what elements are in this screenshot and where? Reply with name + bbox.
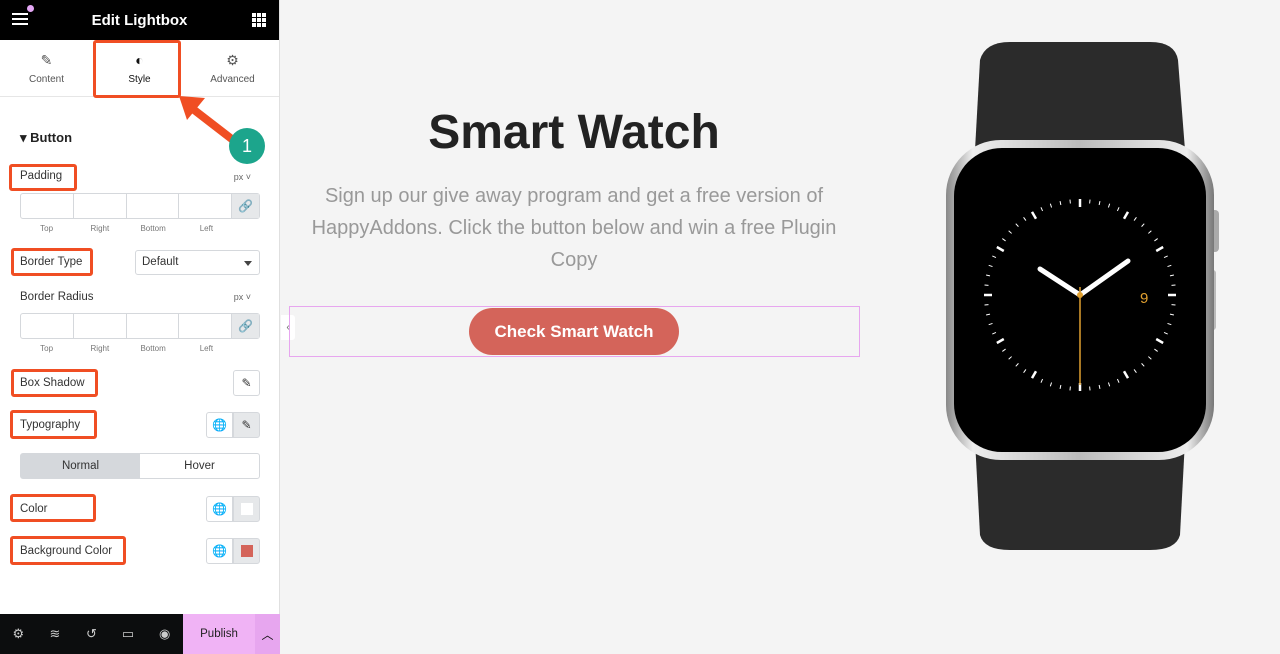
- publish-button[interactable]: Publish: [183, 614, 255, 654]
- padding-inputs: 🔗: [20, 193, 260, 219]
- check-smart-watch-button[interactable]: Check Smart Watch: [469, 308, 679, 355]
- radius-dim-labels: Top Right Bottom Left: [40, 344, 214, 353]
- tab-content[interactable]: ✎ Content: [0, 40, 93, 96]
- box-shadow-edit-button[interactable]: ✎: [233, 370, 260, 396]
- border-radius-inputs: 🔗: [20, 313, 260, 339]
- panel-header: Edit Lightbox: [0, 0, 279, 40]
- pencil-icon: ✎: [40, 51, 53, 68]
- padding-left-input[interactable]: [179, 194, 232, 218]
- watch-numeral: 9: [1140, 290, 1148, 307]
- highlight-background-color: [10, 536, 126, 565]
- preview-eye-icon[interactable]: ◉: [146, 626, 183, 642]
- link-icon[interactable]: 🔗: [232, 314, 259, 338]
- state-tabs: Normal Hover: [20, 453, 260, 479]
- section-button-toggle[interactable]: ▾ Button: [20, 130, 72, 146]
- highlight-box-shadow: [11, 369, 98, 397]
- background-color-swatch[interactable]: [233, 538, 260, 564]
- highlight-padding: [9, 164, 77, 191]
- heading: Smart Watch: [428, 106, 720, 159]
- globe-icon[interactable]: 🌐: [206, 496, 233, 522]
- widgets-grid-icon[interactable]: [252, 13, 266, 27]
- padding-right-input[interactable]: [74, 194, 127, 218]
- settings-icon[interactable]: ⚙: [0, 626, 37, 642]
- tab-label: Content: [28, 73, 65, 85]
- bottom-bar: ⚙ ≋ ↺ ▭ ◉ Publish ︿: [0, 614, 280, 654]
- border-radius-unit-select[interactable]: px ˅: [234, 292, 251, 302]
- section-title: Button: [30, 130, 73, 145]
- radius-bottom-input[interactable]: [127, 314, 180, 338]
- layers-icon[interactable]: ≋: [37, 626, 74, 642]
- tab-label: Advanced: [210, 73, 255, 85]
- radius-right-input[interactable]: [74, 314, 127, 338]
- padding-bottom-input[interactable]: [127, 194, 180, 218]
- globe-icon[interactable]: 🌐: [206, 412, 233, 438]
- radius-left-input[interactable]: [179, 314, 232, 338]
- highlight-color: [10, 494, 96, 522]
- highlight-border-type: [11, 248, 93, 276]
- padding-unit-select[interactable]: px ˅: [234, 172, 251, 182]
- radius-top-input[interactable]: [21, 314, 74, 338]
- padding-dim-labels: Top Right Bottom Left: [40, 224, 214, 233]
- publish-options-chevron-up-icon[interactable]: ︿: [255, 614, 280, 654]
- link-icon[interactable]: 🔗: [232, 194, 259, 218]
- responsive-icon[interactable]: ▭: [110, 626, 147, 642]
- padding-top-input[interactable]: [21, 194, 74, 218]
- typography-edit-button[interactable]: ✎: [233, 412, 260, 438]
- gear-icon: ⚙: [226, 51, 239, 68]
- highlight-style-tab: [93, 40, 181, 98]
- history-icon[interactable]: ↺: [73, 626, 110, 642]
- tab-normal[interactable]: Normal: [21, 454, 140, 478]
- highlight-typography: [10, 410, 97, 439]
- step-badge: 1: [229, 128, 265, 164]
- notification-dot: [27, 5, 34, 12]
- smart-watch-image: 9: [946, 42, 1219, 550]
- tab-hover[interactable]: Hover: [140, 454, 259, 478]
- border-radius-label: Border Radius: [20, 291, 94, 303]
- panel-title: Edit Lightbox: [91, 11, 188, 29]
- description: Sign up our give away program and get a …: [311, 185, 837, 271]
- tab-advanced[interactable]: ⚙ Advanced: [186, 40, 279, 96]
- border-type-select[interactable]: Default: [135, 250, 260, 275]
- menu-icon[interactable]: [12, 13, 28, 28]
- globe-icon[interactable]: 🌐: [206, 538, 233, 564]
- editor-panel: Edit Lightbox ✎ Content ◐ Style ⚙ Advanced …: [0, 0, 280, 654]
- color-swatch[interactable]: [233, 496, 260, 522]
